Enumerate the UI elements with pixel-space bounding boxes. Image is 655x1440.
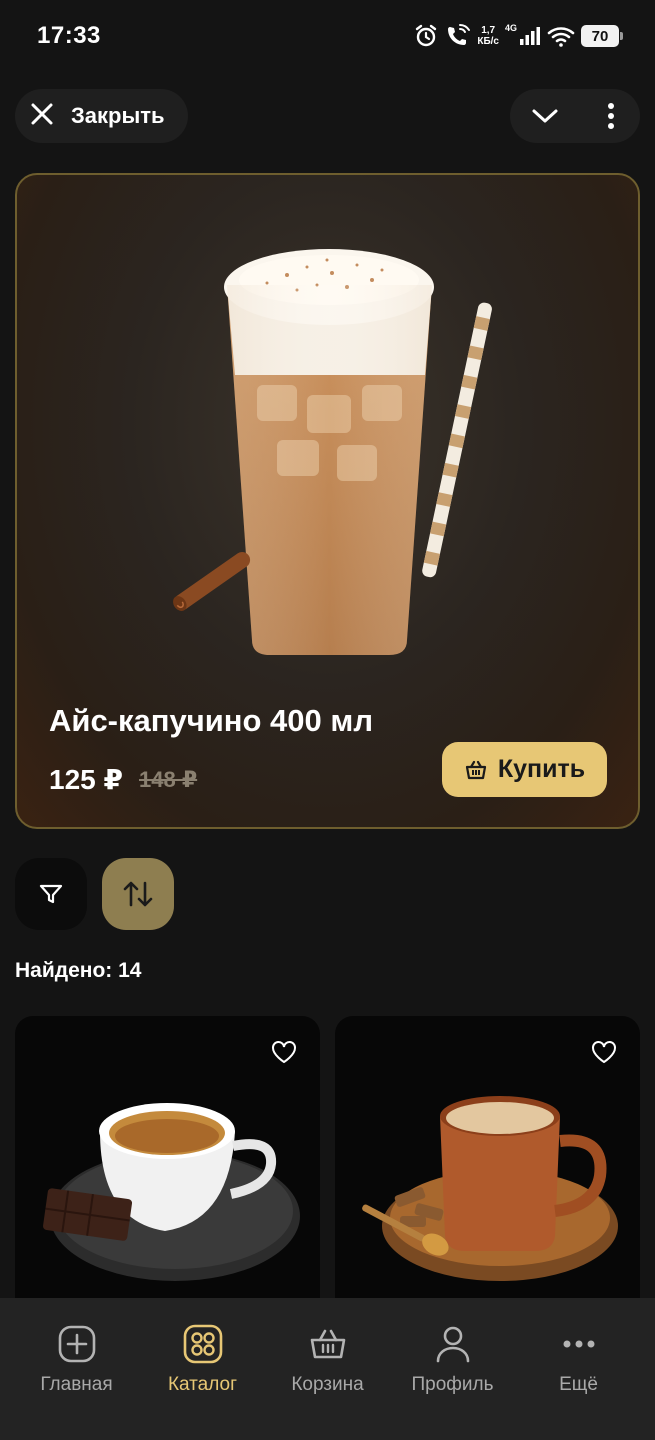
close-label: Закрыть	[71, 103, 165, 128]
nav-item-home[interactable]: Главная	[11, 1298, 142, 1440]
featured-product-card[interactable]: Айс-капучино 400 мл 125 ₽ 148 ₽ Купить	[15, 173, 640, 829]
wifi-call-icon	[445, 23, 471, 49]
sort-button[interactable]	[102, 858, 174, 930]
nav-label-catalog: Каталог	[167, 1374, 238, 1395]
close-button[interactable]: Закрыть	[15, 89, 188, 143]
profile-icon	[431, 1322, 475, 1366]
nav-label-profile: Профиль	[411, 1374, 494, 1395]
nav-item-profile[interactable]: Профиль	[387, 1298, 518, 1440]
catalog-grid-icon	[181, 1322, 225, 1366]
filter-button[interactable]	[15, 858, 87, 930]
nav-item-more[interactable]: Ещё	[513, 1298, 644, 1440]
nav-label-cart: Корзина	[291, 1374, 364, 1395]
buy-label: Купить	[497, 755, 586, 783]
found-count: Найдено: 14	[15, 959, 142, 982]
sort-icon	[122, 879, 154, 909]
product-title: Айс-капучино 400 мл	[49, 703, 374, 738]
close-icon	[29, 101, 55, 132]
net-speed-value: 1,7	[481, 25, 496, 36]
status-icons: 1,7 КБ/с 4G 70	[413, 20, 623, 52]
status-bar: 17:33 1,7 КБ/с 4G 70	[0, 0, 655, 72]
signal-icon	[519, 26, 541, 46]
cocoa-mug-image	[362, 1096, 618, 1281]
status-time: 17:33	[37, 22, 101, 49]
basket-icon	[464, 758, 488, 782]
basket-icon	[306, 1322, 350, 1366]
product-old-price: 148 ₽	[139, 767, 198, 792]
heart-icon[interactable]	[590, 1038, 618, 1066]
battery-icon: 70	[581, 25, 623, 47]
more-vertical-icon[interactable]	[596, 101, 626, 131]
espresso-image	[43, 1103, 300, 1281]
home-plus-icon	[55, 1322, 99, 1366]
bottom-navigation: Главная Каталог Корзина Профиль Ещё	[0, 1298, 655, 1440]
heart-icon[interactable]	[270, 1038, 298, 1066]
nav-item-cart[interactable]: Корзина	[262, 1298, 393, 1440]
product-card[interactable]	[335, 1016, 640, 1336]
product-card[interactable]	[15, 1016, 320, 1336]
chevron-down-icon[interactable]	[530, 103, 560, 129]
header-actions	[510, 89, 640, 143]
product-price: 125 ₽	[49, 764, 123, 795]
more-horizontal-icon	[557, 1322, 601, 1366]
wifi-icon	[547, 25, 575, 47]
alarm-icon	[413, 23, 439, 49]
net-speed: 1,7 КБ/с	[477, 25, 499, 47]
ice-cappuccino-image	[173, 249, 492, 655]
filter-icon	[38, 881, 64, 907]
network-type: 4G	[504, 23, 517, 33]
nav-label-more: Ещё	[559, 1374, 598, 1395]
nav-item-catalog[interactable]: Каталог	[137, 1298, 268, 1440]
nav-label-home: Главная	[40, 1374, 113, 1395]
buy-button[interactable]: Купить	[442, 742, 607, 797]
net-speed-unit: КБ/с	[477, 36, 499, 47]
